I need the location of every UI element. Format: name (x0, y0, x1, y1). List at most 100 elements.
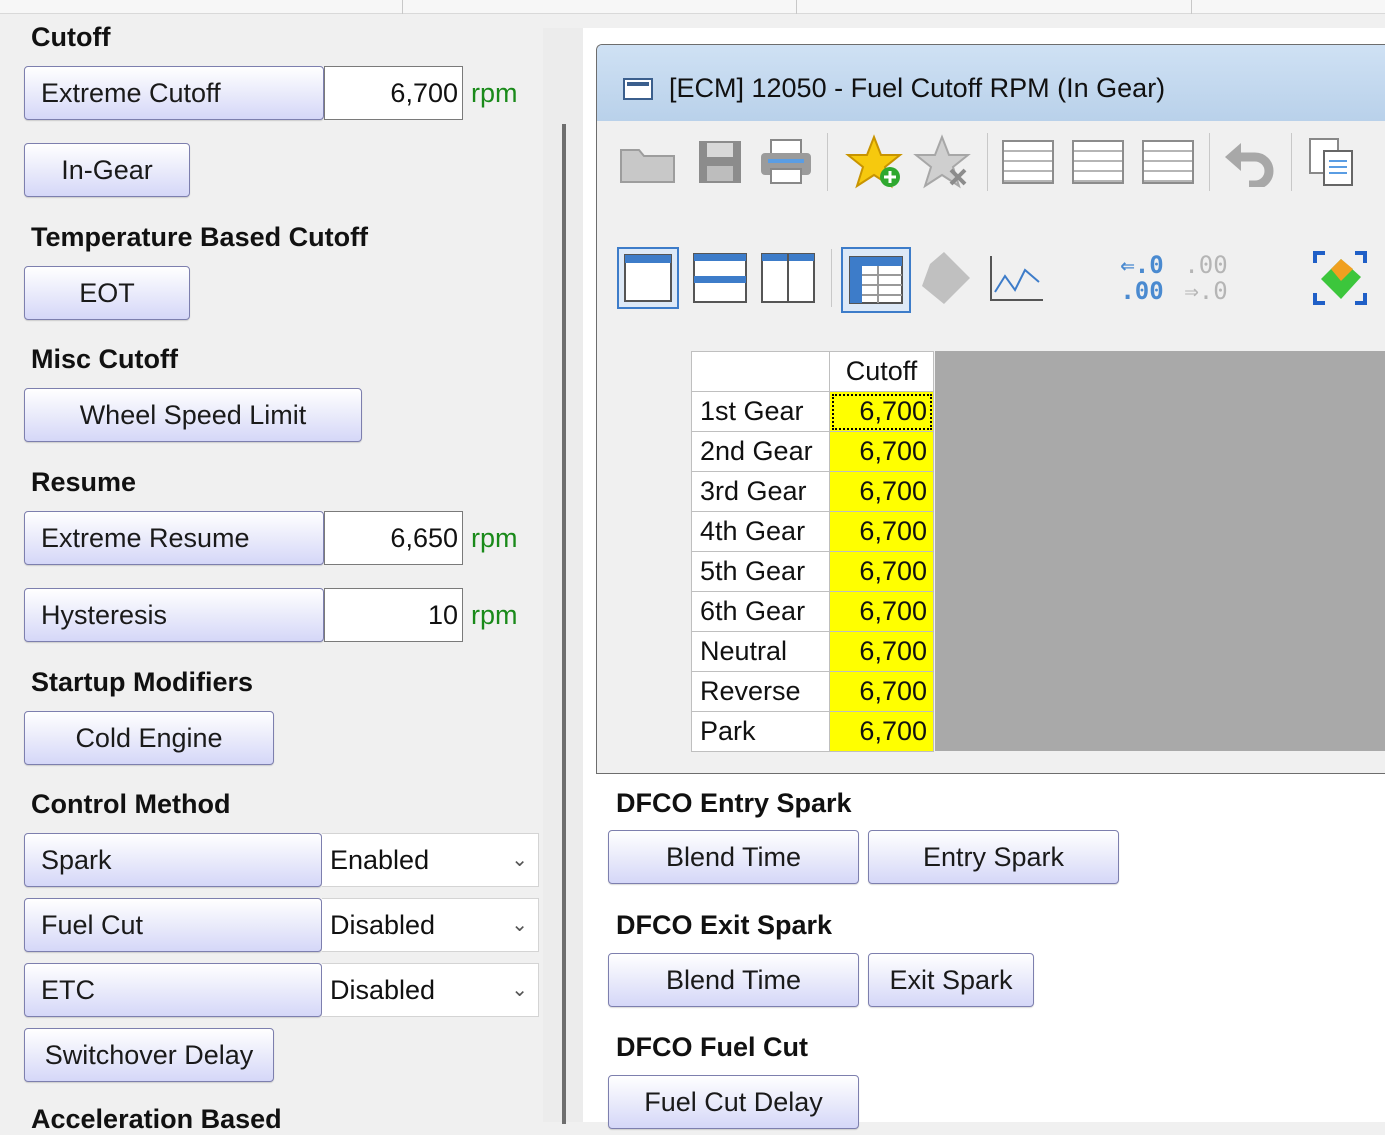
grid-icon[interactable] (1067, 131, 1129, 193)
single-view-icon[interactable] (617, 247, 679, 309)
tab-divider (1191, 0, 1192, 14)
control-etc-button[interactable]: ETC (24, 963, 322, 1017)
row-header[interactable]: Reverse (691, 671, 830, 712)
control-spark-button[interactable]: Spark (24, 833, 322, 887)
in-gear-button[interactable]: In-Gear (24, 143, 190, 197)
section-title-dfco-exit: DFCO Exit Spark (616, 910, 833, 940)
wheel-speed-limit-button[interactable]: Wheel Speed Limit (24, 388, 362, 442)
chevron-down-icon: ⌄ (511, 979, 528, 1001)
table-corner-cell (691, 351, 830, 392)
table-cell[interactable]: 6,700 (829, 551, 934, 592)
undo-icon[interactable] (1219, 131, 1281, 193)
control-spark-value: Enabled (330, 845, 430, 875)
section-title-acceleration: Acceleration Based (31, 1104, 282, 1134)
3d-view-icon[interactable] (913, 247, 975, 309)
table-window-icon (623, 78, 653, 100)
table-editor-window: [ECM] 12050 - Fuel Cutoff RPM (In Gear) (596, 44, 1385, 774)
cutoff-table: Cutoff 1st Gear 6,700 2nd Gear 6,700 3rd G… (691, 351, 934, 752)
section-title-startup: Startup Modifiers (31, 667, 254, 697)
print-icon[interactable] (755, 131, 817, 193)
row-header[interactable]: 6th Gear (691, 591, 830, 632)
table-row: Neutral 6,700 (691, 631, 934, 672)
increase-decimals-icon[interactable]: ⇐.0.00 (1107, 247, 1177, 309)
row-header[interactable]: Park (691, 711, 830, 752)
table-row: 1st Gear 6,700 (691, 391, 934, 432)
section-title-dfco-fuel-cut: DFCO Fuel Cut (616, 1032, 808, 1062)
control-etc-select[interactable]: Disabled ⌄ (322, 963, 539, 1017)
top-tab-strip (0, 0, 1385, 14)
row-header[interactable]: 2nd Gear (691, 431, 830, 472)
table-row: Park 6,700 (691, 711, 934, 752)
table-row: 2nd Gear 6,700 (691, 431, 934, 472)
table-row: 6th Gear 6,700 (691, 591, 934, 632)
row-header[interactable]: 3rd Gear (691, 471, 830, 512)
row-header[interactable]: 4th Gear (691, 511, 830, 552)
panel-splitter[interactable] (562, 124, 566, 1124)
table-cell[interactable]: 6,700 (829, 391, 934, 432)
extreme-resume-button[interactable]: Extreme Resume (24, 511, 324, 565)
window-title: [ECM] 12050 - Fuel Cutoff RPM (In Gear) (669, 73, 1166, 103)
extreme-cutoff-button[interactable]: Extreme Cutoff (24, 66, 324, 120)
section-title-control: Control Method (31, 789, 231, 819)
hysteresis-value[interactable]: 10 (324, 588, 463, 642)
entry-blend-time-button[interactable]: Blend Time (608, 830, 859, 884)
table-cell[interactable]: 6,700 (829, 671, 934, 712)
table-cell[interactable]: 6,700 (829, 591, 934, 632)
split-horizontal-icon[interactable] (689, 247, 751, 309)
switchover-delay-button[interactable]: Switchover Delay (24, 1028, 274, 1082)
color-map-icon[interactable] (1309, 247, 1371, 309)
grid-icon[interactable] (1137, 131, 1199, 193)
graph-view-icon[interactable] (985, 247, 1047, 309)
add-favorite-icon[interactable] (843, 131, 905, 193)
increase-decimals-bottom: .00 (1120, 277, 1164, 305)
table-row: Reverse 6,700 (691, 671, 934, 712)
decrease-decimals-bottom: ⇒.0 (1184, 277, 1228, 305)
cold-engine-button[interactable]: Cold Engine (24, 711, 274, 765)
tab-divider (796, 0, 797, 14)
table-view-icon[interactable] (841, 247, 911, 313)
toolbar-divider (831, 249, 832, 307)
copy-icon[interactable] (1301, 131, 1363, 193)
eot-button[interactable]: EOT (24, 266, 190, 320)
control-fuel-cut-select[interactable]: Disabled ⌄ (322, 898, 539, 952)
tab-divider (402, 0, 403, 14)
control-fuel-cut-button[interactable]: Fuel Cut (24, 898, 322, 952)
row-header[interactable]: 5th Gear (691, 551, 830, 592)
open-folder-icon[interactable] (617, 131, 679, 193)
table-cell[interactable]: 6,700 (829, 431, 934, 472)
section-title-misc: Misc Cutoff (31, 344, 178, 374)
toolbar-divider (827, 133, 828, 191)
split-vertical-icon[interactable] (757, 247, 819, 309)
decrease-decimals-icon[interactable]: .00 ⇒.0 (1171, 247, 1241, 309)
table-cell[interactable]: 6,700 (829, 711, 934, 752)
fuel-cut-delay-button[interactable]: Fuel Cut Delay (608, 1075, 859, 1129)
table-row: 5th Gear 6,700 (691, 551, 934, 592)
window-titlebar[interactable]: [ECM] 12050 - Fuel Cutoff RPM (In Gear) (597, 45, 1385, 121)
control-etc-value: Disabled (330, 975, 436, 1005)
hysteresis-unit: rpm (471, 600, 518, 630)
toolbar-divider (1209, 133, 1210, 191)
row-header[interactable]: Neutral (691, 631, 830, 672)
table-cell[interactable]: 6,700 (829, 471, 934, 512)
exit-spark-button[interactable]: Exit Spark (868, 953, 1034, 1007)
chevron-down-icon: ⌄ (511, 914, 528, 936)
extreme-cutoff-value[interactable]: 6,700 (324, 66, 463, 120)
entry-spark-button[interactable]: Entry Spark (868, 830, 1119, 884)
hysteresis-button[interactable]: Hysteresis (24, 588, 324, 642)
control-spark-select[interactable]: Enabled ⌄ (322, 833, 539, 887)
row-header[interactable]: 1st Gear (691, 391, 830, 432)
section-title-cutoff: Cutoff (31, 22, 111, 52)
section-title-dfco-entry: DFCO Entry Spark (616, 788, 852, 818)
save-icon[interactable] (689, 131, 751, 193)
exit-blend-time-button[interactable]: Blend Time (608, 953, 859, 1007)
table-header-row: Cutoff (691, 351, 934, 392)
column-header-cutoff[interactable]: Cutoff (829, 351, 934, 392)
decrease-decimals-top: .00 (1184, 251, 1228, 279)
table-row: 4th Gear 6,700 (691, 511, 934, 552)
table-cell[interactable]: 6,700 (829, 631, 934, 672)
remove-favorite-icon[interactable] (911, 131, 973, 193)
extreme-resume-unit: rpm (471, 523, 518, 553)
grid-icon[interactable] (997, 131, 1059, 193)
table-cell[interactable]: 6,700 (829, 511, 934, 552)
extreme-resume-value[interactable]: 6,650 (324, 511, 463, 565)
